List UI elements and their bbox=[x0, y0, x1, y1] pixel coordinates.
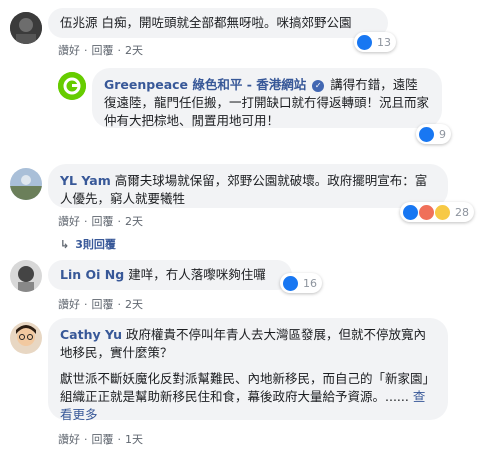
avatar-photo bbox=[10, 260, 42, 292]
comment-text: 白痴，開咗頭就全部都無呀啦。咪搞郊野公園 bbox=[101, 15, 352, 30]
comment-bubble: Cathy Yu 政府權貴不停叫年青人去大灣區發展，但就不停放寬內地移民，實什麼策… bbox=[48, 318, 448, 422]
greenpeace-logo-icon bbox=[58, 72, 86, 100]
timestamp[interactable]: 2天 bbox=[125, 215, 143, 228]
separator: · bbox=[117, 298, 122, 311]
comment-author[interactable]: YL Yam bbox=[60, 173, 111, 188]
avatar-photo bbox=[10, 168, 42, 200]
separator: · bbox=[84, 433, 88, 446]
reply-bubble: Greenpeace 綠色和平 - 香港網站 ✓ 講得冇錯，遠陸復遠陸，龍門任佢搬… bbox=[92, 68, 442, 128]
like-icon bbox=[357, 34, 372, 50]
comment-actions: 讚好 · 回覆 · 1天 bbox=[58, 431, 143, 447]
avatar[interactable] bbox=[10, 168, 42, 200]
avatar-photo bbox=[10, 322, 42, 354]
comment-paragraph: Cathy Yu 政府權貴不停叫年青人去大灣區發展，但就不停放寬內地移民，實什麼策… bbox=[60, 326, 436, 362]
avatar[interactable] bbox=[10, 12, 42, 44]
comment-actions: 讚好 · 回覆 · 2天 bbox=[58, 42, 143, 58]
like-button[interactable]: 讚好 bbox=[58, 215, 80, 228]
reply-button[interactable]: 回覆 bbox=[92, 215, 114, 228]
like-button[interactable]: 讚好 bbox=[58, 298, 80, 311]
reaction-count: 9 bbox=[439, 127, 446, 141]
sad-icon bbox=[435, 204, 450, 220]
separator: · bbox=[84, 44, 88, 57]
timestamp[interactable]: 2天 bbox=[125, 44, 143, 57]
reaction-count: 13 bbox=[377, 35, 391, 49]
like-icon bbox=[283, 275, 298, 291]
angry-icon bbox=[419, 204, 434, 220]
comment-text: 建咩，冇人落嚟咪夠住囉 bbox=[128, 267, 266, 282]
timestamp[interactable]: 1天 bbox=[125, 433, 143, 446]
reaction-summary[interactable]: 28 bbox=[400, 202, 474, 222]
view-replies-link[interactable]: ↳ 3則回覆 bbox=[60, 236, 116, 252]
reaction-count: 16 bbox=[303, 276, 317, 290]
comment-paragraph: 獻世派不斷妖魔化反對派幫難民、內地新移民，而自己的「新家園」組織正正就是幫助新移… bbox=[60, 370, 436, 424]
like-icon bbox=[419, 126, 434, 142]
like-button[interactable]: 讚好 bbox=[58, 44, 80, 57]
reply-button[interactable]: 回覆 bbox=[92, 433, 114, 446]
reply-button[interactable]: 回覆 bbox=[92, 44, 114, 57]
comment-bubble: 伍兆源 白痴，開咗頭就全部都無呀啦。咪搞郊野公園 bbox=[48, 8, 388, 38]
comment-bubble: Lin Oi Ng 建咩，冇人落嚟咪夠住囉 bbox=[48, 260, 292, 290]
comment-author[interactable]: 伍兆源 bbox=[60, 15, 98, 30]
like-button[interactable]: 讚好 bbox=[58, 433, 80, 446]
timestamp[interactable]: 2天 bbox=[125, 298, 143, 311]
verified-badge-icon: ✓ bbox=[312, 79, 325, 92]
separator: · bbox=[84, 298, 88, 311]
comment-bubble: YL Yam 高爾夫球場就保留，郊野公園就破壞。政府擺明宣布：富人優先，窮人就要犧… bbox=[48, 164, 448, 208]
comment-author[interactable]: Cathy Yu bbox=[60, 327, 122, 342]
separator: · bbox=[84, 215, 88, 228]
reaction-summary[interactable]: 16 bbox=[280, 273, 322, 293]
reaction-summary[interactable]: 13 bbox=[354, 32, 396, 52]
separator: · bbox=[117, 433, 122, 446]
avatar[interactable] bbox=[10, 260, 42, 292]
avatar-photo bbox=[10, 12, 42, 44]
avatar[interactable] bbox=[58, 72, 86, 100]
comment-author[interactable]: Greenpeace 綠色和平 - 香港網站 bbox=[104, 77, 306, 92]
reply-button[interactable]: 回覆 bbox=[92, 298, 114, 311]
reaction-summary[interactable]: 9 bbox=[416, 124, 451, 144]
comment-text: 高爾夫球場就保留，郊野公園就破壞。政府擺明宣布：富人優先，窮人就要犧牲 bbox=[60, 173, 428, 206]
separator: · bbox=[117, 44, 122, 57]
comment-actions: 讚好 · 回覆 · 2天 bbox=[58, 213, 143, 229]
comment-text: 獻世派不斷妖魔化反對派幫難民、內地新移民，而自己的「新家園」組織正正就是幫助新移… bbox=[60, 371, 436, 404]
separator: · bbox=[117, 215, 122, 228]
comment-author[interactable]: Lin Oi Ng bbox=[60, 267, 124, 282]
reply-arrow-icon: ↳ bbox=[60, 238, 70, 251]
comment-actions: 讚好 · 回覆 · 2天 bbox=[58, 296, 143, 312]
replies-count: 3則回覆 bbox=[75, 238, 116, 251]
avatar[interactable] bbox=[10, 322, 42, 354]
like-icon bbox=[403, 204, 418, 220]
reaction-count: 28 bbox=[455, 205, 469, 219]
